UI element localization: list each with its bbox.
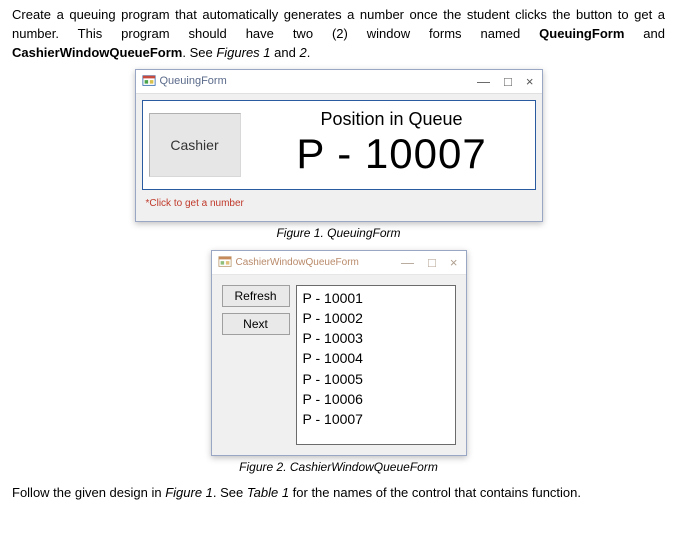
window-controls: — □ × — [475, 73, 535, 90]
italic-2: 2 — [299, 45, 306, 60]
text: . See — [182, 45, 216, 60]
refresh-button[interactable]: Refresh — [222, 285, 290, 307]
cashier-button[interactable]: Cashier — [149, 113, 241, 177]
caption-prefix: Figure 2 — [239, 460, 283, 474]
text: and — [271, 45, 300, 60]
maximize-button[interactable]: □ — [426, 254, 438, 271]
text: Follow the given design in — [12, 485, 165, 500]
list-item: P - 10007 — [303, 409, 449, 429]
button-column: Refresh Next — [222, 285, 290, 335]
queuingform-window: QueuingForm — □ × Cashier Position in Qu… — [135, 69, 543, 222]
minimize-button[interactable]: — — [399, 254, 416, 271]
caption-rest: . CashierWindowQueueForm — [283, 460, 438, 474]
titlebar: CashierWindowQueueForm — □ × — [212, 251, 466, 275]
list-item: P - 10004 — [303, 348, 449, 368]
queue-listbox[interactable]: P - 10001 P - 10002 P - 10003 P - 10004 … — [296, 285, 456, 445]
window-title: CashierWindowQueueForm — [236, 257, 359, 268]
figure-2-caption: Figure 2. CashierWindowQueueForm — [12, 460, 665, 474]
app-icon — [142, 74, 156, 88]
hint-text: *Click to get a number — [142, 190, 536, 215]
list-item: P - 10006 — [303, 389, 449, 409]
next-button[interactable]: Next — [222, 313, 290, 335]
queue-display: Position in Queue P - 10007 — [249, 101, 535, 189]
follow-paragraph: Follow the given design in Figure 1. See… — [12, 484, 665, 503]
caption-prefix: Figure 1 — [276, 226, 320, 240]
italic-figures1: Figures 1 — [216, 45, 270, 60]
maximize-button[interactable]: □ — [502, 73, 514, 90]
client-area: Cashier Position in Queue P - 10007 *Cli… — [136, 94, 542, 221]
figure-2-wrapper: CashierWindowQueueForm — □ × Refresh Nex… — [12, 250, 665, 456]
text: for the names of the control that contai… — [289, 485, 581, 500]
list-item: P - 10002 — [303, 308, 449, 328]
bold-cashierwindowqueueform: CashierWindowQueueForm — [12, 45, 182, 60]
minimize-button[interactable]: — — [475, 73, 492, 90]
client-area: Refresh Next P - 10001 P - 10002 P - 100… — [212, 275, 466, 455]
italic-table1: Table 1 — [247, 485, 289, 500]
text: . — [307, 45, 311, 60]
text: and — [624, 26, 665, 41]
cashierwindowqueueform-window: CashierWindowQueueForm — □ × Refresh Nex… — [211, 250, 467, 456]
italic-figure1: Figure 1 — [165, 485, 213, 500]
titlebar: QueuingForm — □ × — [136, 70, 542, 94]
content-panel: Cashier Position in Queue P - 10007 — [142, 100, 536, 190]
close-button[interactable]: × — [448, 254, 460, 271]
position-label: Position in Queue — [320, 109, 462, 130]
list-item: P - 10003 — [303, 328, 449, 348]
bold-queuingform: QueuingForm — [539, 26, 624, 41]
queue-number-label: P - 10007 — [296, 130, 486, 178]
caption-rest: . QueuingForm — [320, 226, 400, 240]
figure-1-caption: Figure 1. QueuingForm — [12, 226, 665, 240]
list-item: P - 10005 — [303, 369, 449, 389]
window-title: QueuingForm — [160, 75, 227, 87]
intro-paragraph: Create a queuing program that automatica… — [12, 6, 665, 63]
list-item: P - 10001 — [303, 288, 449, 308]
window-controls: — □ × — [399, 254, 459, 271]
titlebar-left: CashierWindowQueueForm — [218, 255, 359, 269]
figure-1-wrapper: QueuingForm — □ × Cashier Position in Qu… — [12, 69, 665, 222]
text: . See — [213, 485, 247, 500]
close-button[interactable]: × — [524, 73, 536, 90]
titlebar-left: QueuingForm — [142, 74, 227, 88]
app-icon — [218, 255, 232, 269]
